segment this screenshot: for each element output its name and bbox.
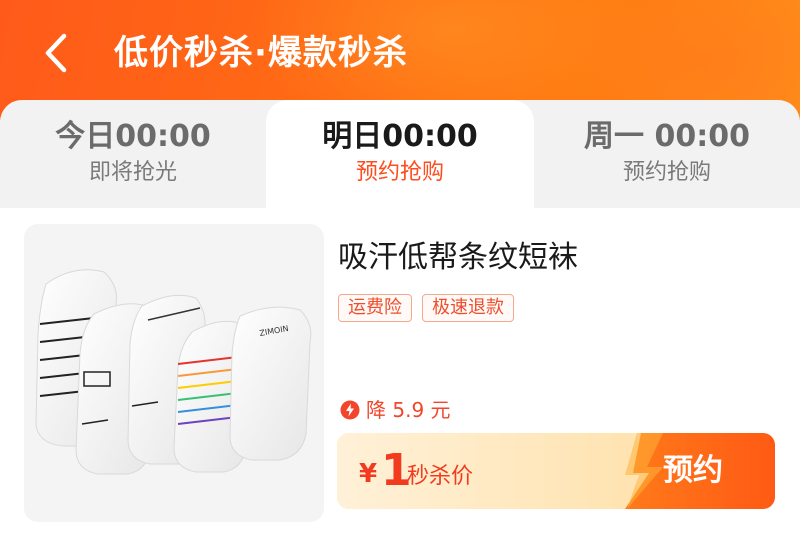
tab-status: 预约抢购: [355, 160, 444, 185]
time-slot-tabs: 今日00:00 即将抢光 明日00:00 预约抢购 周一 00:00 预约抢购: [0, 100, 800, 208]
chevron-left-icon: [45, 33, 67, 73]
reserve-button-label[interactable]: 预约: [663, 449, 723, 493]
tag-shipping-insurance: 运费险: [338, 294, 412, 322]
flash-sale-bar[interactable]: ¥ 1 秒杀价 预约: [337, 433, 775, 509]
tab-status: 即将抢光: [88, 160, 177, 185]
tab-tomorrow[interactable]: 明日00:00 预约抢购: [266, 100, 534, 208]
price-label: 秒杀价: [407, 464, 474, 489]
back-button[interactable]: [36, 28, 80, 78]
price-currency: ¥: [359, 459, 378, 489]
tab-status: 预约抢购: [622, 160, 711, 185]
socks-illustration: ZIMOIN: [35, 269, 312, 475]
sock-plain-brand: ZIMOIN: [229, 306, 312, 461]
service-tags: 运费险 极速退款: [338, 294, 514, 322]
tab-time: 明日00:00: [322, 119, 478, 154]
product-card[interactable]: ZIMOIN 吸汗低帮条纹短袜 运费险 极速退款 降 5.9 元 ¥ 1 秒杀价: [0, 208, 800, 543]
tab-monday[interactable]: 周一 00:00 预约抢购: [534, 100, 800, 208]
tab-time: 周一 00:00: [584, 119, 750, 154]
page-title: 低价秒杀·爆款秒杀: [114, 33, 408, 73]
tag-fast-refund: 极速退款: [422, 294, 514, 322]
tab-time: 今日00:00: [55, 119, 211, 154]
discount-text: 降 5.9 元: [366, 398, 451, 422]
lightning-icon: [340, 400, 360, 420]
tab-today[interactable]: 今日00:00 即将抢光: [0, 100, 266, 208]
product-image[interactable]: ZIMOIN: [24, 224, 324, 522]
product-title: 吸汗低帮条纹短袜: [338, 240, 578, 275]
discount-info: 降 5.9 元: [340, 398, 451, 422]
